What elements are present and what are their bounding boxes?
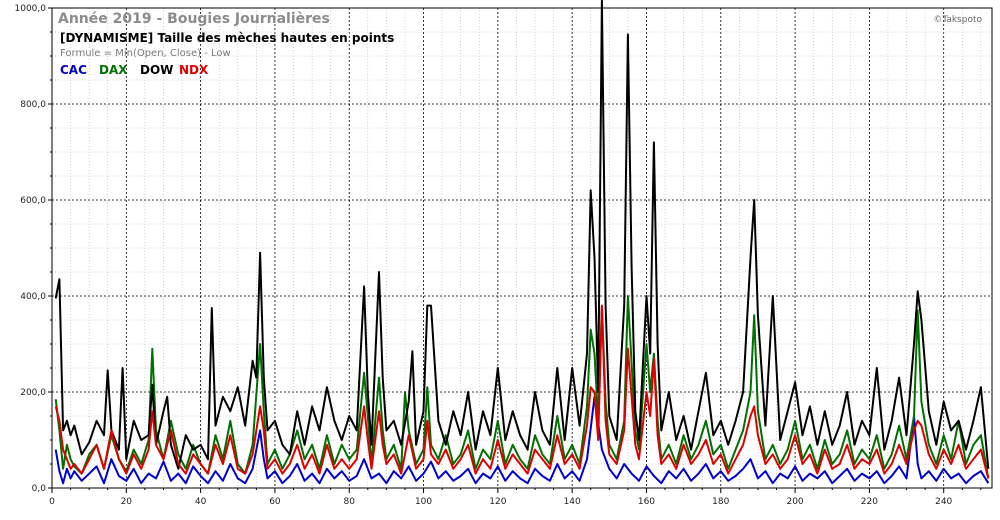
y-tick-label: 200,0	[20, 388, 46, 398]
legend-cac: CAC	[60, 63, 87, 77]
x-tick-label: 100	[415, 497, 432, 507]
chart-formula: Formule = Min(Open, Close) - Low	[60, 48, 231, 59]
y-tick-label: 600,0	[20, 196, 46, 206]
legend: CAC DAX DOW NDX	[60, 63, 209, 77]
chart-canvas: 0,0 200,0 400,0 600,0 800,0 1000,0 0 20 40 60 80 1…	[15, 0, 993, 507]
y-tick-label: 0,0	[32, 484, 47, 494]
legend-ndx: NDX	[179, 63, 209, 77]
y-tick-label: 800,0	[20, 100, 46, 110]
chart-credit: ©Takspoto	[933, 15, 982, 25]
x-tick-label: 240	[935, 497, 952, 507]
x-tick-label: 60	[269, 497, 281, 507]
x-tick-label: 40	[195, 497, 207, 507]
x-tick-label: 200	[786, 497, 803, 507]
x-tick-label: 220	[861, 497, 878, 507]
x-axis: 0 20 40 60 80 100 120 140 160 180 200 220 240	[49, 488, 982, 507]
y-tick-label: 1000,0	[15, 4, 47, 14]
y-axis: 0,0 200,0 400,0 600,0 800,0 1000,0	[15, 4, 52, 494]
chart-title: Année 2019 - Bougies Journalières	[58, 11, 330, 27]
legend-dow: DOW	[140, 63, 173, 77]
y-tick-label: 400,0	[20, 292, 46, 302]
legend-dax: DAX	[99, 63, 128, 77]
x-tick-label: 0	[49, 497, 55, 507]
x-tick-label: 120	[489, 497, 506, 507]
x-tick-label: 180	[712, 497, 729, 507]
chart-subtitle: [DYNAMISME] Taille des mèches hautes en …	[60, 31, 394, 45]
x-tick-label: 80	[344, 497, 356, 507]
x-tick-label: 140	[564, 497, 581, 507]
x-tick-label: 20	[121, 497, 133, 507]
x-tick-label: 160	[638, 497, 655, 507]
